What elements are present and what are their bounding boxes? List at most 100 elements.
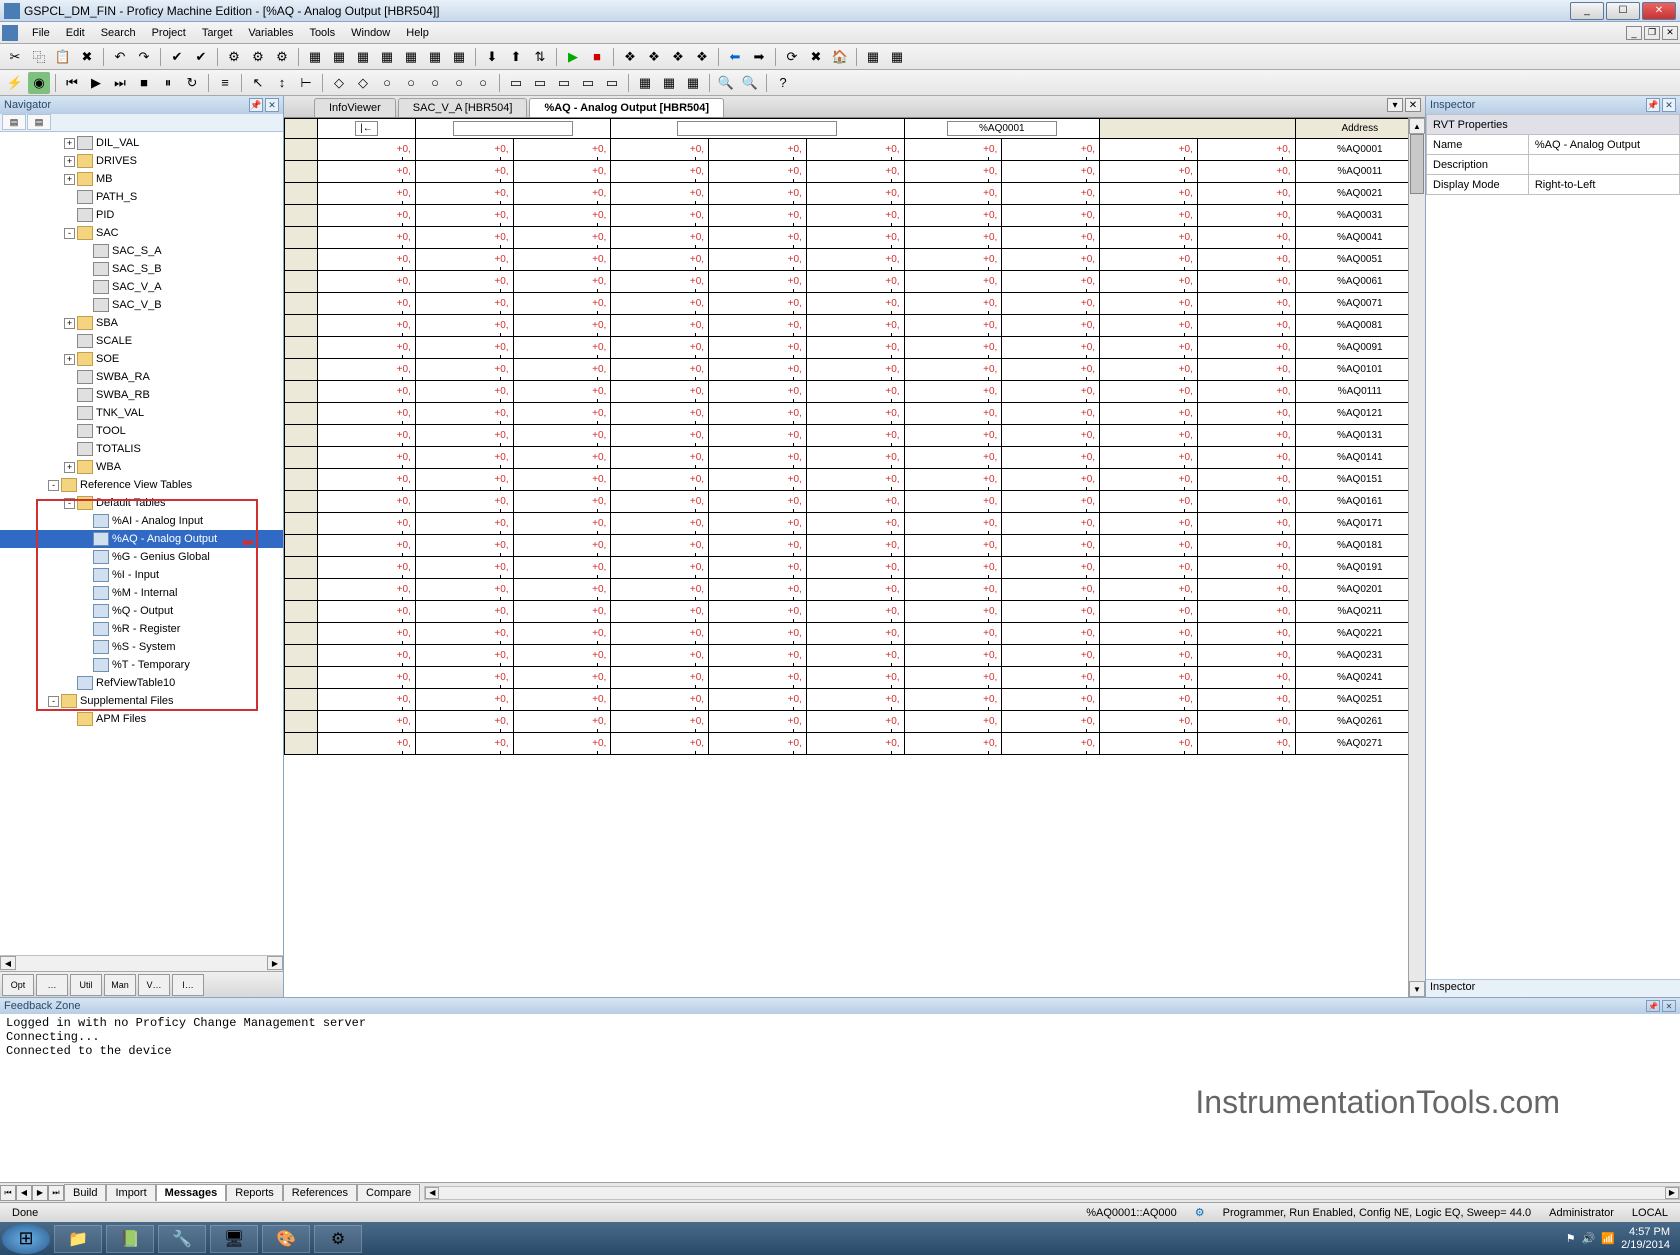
value-cell[interactable]: +0, [1002,183,1100,205]
mdi-minimize-button[interactable]: _ [1626,26,1642,40]
block-icon[interactable]: ▭ [553,72,575,94]
value-cell[interactable]: +0, [904,425,1002,447]
value-cell[interactable]: +0, [1197,161,1295,183]
value-cell[interactable]: +0, [1100,623,1198,645]
value-cell[interactable]: +0, [318,447,416,469]
panel-pin-button[interactable]: 📌 [1646,1000,1660,1012]
loop-icon[interactable]: ↻ [181,72,203,94]
value-cell[interactable]: +0, [904,469,1002,491]
value-cell[interactable]: +0, [904,733,1002,755]
tool-icon[interactable]: ▦ [376,46,398,68]
row-header[interactable] [285,183,318,205]
value-cell[interactable]: +0, [513,183,611,205]
value-cell[interactable]: +0, [611,359,709,381]
tree-item[interactable]: +SOE [0,350,283,368]
value-cell[interactable]: +0, [709,337,807,359]
value-cell[interactable]: +0, [1197,359,1295,381]
value-cell[interactable]: +0, [904,491,1002,513]
value-cell[interactable]: +0, [904,227,1002,249]
tree-item[interactable]: SAC_V_B [0,296,283,314]
coil-icon[interactable]: ○ [472,72,494,94]
value-cell[interactable]: +0, [415,447,513,469]
value-cell[interactable]: +0, [1100,491,1198,513]
value-cell[interactable]: +0, [611,447,709,469]
tree-expander[interactable]: - [48,480,59,491]
value-cell[interactable]: +0, [806,315,904,337]
mdi-close-button[interactable]: ✕ [1662,26,1678,40]
value-cell[interactable]: +0, [1197,711,1295,733]
value-cell[interactable]: +0, [611,227,709,249]
tree-expander[interactable]: - [48,696,59,707]
value-cell[interactable]: +0, [904,667,1002,689]
block-icon[interactable]: ▭ [577,72,599,94]
cursor-icon[interactable]: ↖ [247,72,269,94]
scroll-up-button[interactable]: ▲ [1409,118,1425,134]
value-cell[interactable]: +0, [415,623,513,645]
block-icon[interactable]: ▭ [529,72,551,94]
tab-first-button[interactable]: ⏮ [0,1185,16,1201]
value-cell[interactable]: +0, [611,601,709,623]
tab-close-button[interactable]: ✕ [1405,98,1421,112]
value-cell[interactable]: +0, [1100,469,1198,491]
tree-item[interactable]: -Supplemental Files [0,692,283,710]
value-cell[interactable]: +0, [1197,447,1295,469]
value-cell[interactable]: +0, [904,623,1002,645]
menu-help[interactable]: Help [398,25,437,41]
tool-icon[interactable]: ⚙ [247,46,269,68]
tool-icon[interactable]: ▦ [400,46,422,68]
tree-expander[interactable]: + [64,462,75,473]
value-cell[interactable]: +0, [1197,623,1295,645]
value-cell[interactable]: +0, [415,205,513,227]
row-header[interactable] [285,161,318,183]
value-cell[interactable]: +0, [1197,667,1295,689]
name-input[interactable] [453,121,573,136]
paste-icon[interactable]: 📋 [52,46,74,68]
value-cell[interactable]: +0, [1100,271,1198,293]
tree-item[interactable]: %M - Internal [0,584,283,602]
value-cell[interactable]: +0, [709,557,807,579]
document-tab[interactable]: SAC_V_A [HBR504] [398,98,528,117]
feedback-hscroll[interactable]: ◀▶ [424,1186,1680,1200]
value-cell[interactable]: +0, [415,425,513,447]
value-cell[interactable]: +0, [1197,513,1295,535]
value-cell[interactable]: +0, [1100,381,1198,403]
value-cell[interactable]: +0, [806,183,904,205]
download-icon[interactable]: ⬇ [481,46,503,68]
value-cell[interactable]: +0, [709,381,807,403]
tool-icon[interactable]: ❖ [691,46,713,68]
value-cell[interactable]: +0, [415,667,513,689]
scroll-right-button[interactable]: ▶ [1665,1187,1679,1199]
upload-icon[interactable]: ⬆ [505,46,527,68]
value-cell[interactable]: +0, [513,403,611,425]
tray-network-icon[interactable]: 📶 [1601,1232,1615,1245]
value-cell[interactable]: +0, [611,271,709,293]
app-taskbar-button[interactable]: 🖥 [210,1225,258,1253]
tree-item[interactable]: SAC_S_B [0,260,283,278]
value-cell[interactable]: +0, [1197,315,1295,337]
value-cell[interactable]: +0, [1197,425,1295,447]
value-cell[interactable]: +0, [904,513,1002,535]
value-cell[interactable]: +0, [1100,183,1198,205]
value-cell[interactable]: +0, [904,689,1002,711]
tool-icon[interactable]: ❖ [667,46,689,68]
value-cell[interactable]: +0, [318,205,416,227]
value-cell[interactable]: +0, [611,733,709,755]
value-cell[interactable]: +0, [806,601,904,623]
scroll-right-button[interactable]: ▶ [267,956,283,970]
tree-item[interactable]: %I - Input [0,566,283,584]
menu-project[interactable]: Project [144,25,194,41]
value-cell[interactable]: +0, [806,711,904,733]
value-cell[interactable]: +0, [318,469,416,491]
scroll-left-button[interactable]: ◀ [425,1187,439,1199]
contact-icon[interactable]: ◇ [352,72,374,94]
row-header[interactable] [285,447,318,469]
tree-item[interactable]: +DRIVES [0,152,283,170]
value-cell[interactable]: +0, [1100,227,1198,249]
value-cell[interactable]: +0, [904,535,1002,557]
value-cell[interactable]: +0, [709,535,807,557]
value-cell[interactable]: +0, [806,579,904,601]
value-cell[interactable]: +0, [611,645,709,667]
tree-item[interactable]: RefViewTable10 [0,674,283,692]
value-cell[interactable]: +0, [1002,359,1100,381]
coil-icon[interactable]: ○ [376,72,398,94]
